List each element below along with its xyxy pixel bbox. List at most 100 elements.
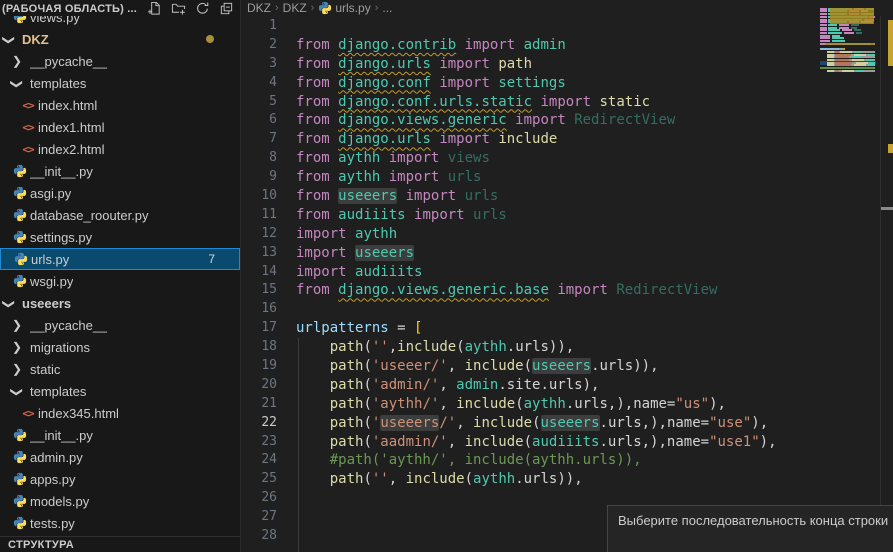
breadcrumb-label: DKZ — [247, 1, 271, 15]
tree-item-index2-html[interactable]: <>index2.html — [0, 138, 240, 160]
minimap-line — [820, 64, 875, 66]
tree-item-label: templates — [30, 76, 86, 91]
tree-item-admin-py[interactable]: admin.py — [0, 446, 240, 468]
tree-item-dkz[interactable]: ❯DKZ — [0, 28, 240, 50]
tree-item-label: tests.py — [30, 516, 75, 531]
breadcrumb-item[interactable]: ... — [382, 1, 392, 15]
tree-item-templates[interactable]: ❯templates — [0, 72, 240, 94]
minimap-line — [820, 70, 875, 72]
ruler-mark — [881, 207, 893, 210]
tree-item-wsgi-py[interactable]: wsgi.py — [0, 270, 240, 292]
python-icon — [12, 515, 28, 531]
tree-item-models-py[interactable]: models.py — [0, 490, 240, 512]
tree-item-settings-py[interactable]: settings.py — [0, 226, 240, 248]
html-icon: <> — [20, 119, 36, 135]
code-area[interactable]: from django.contrib import adminfrom dja… — [241, 17, 893, 546]
outline-section-header[interactable]: СТРУКТУРА — [0, 536, 240, 552]
tree-item-index345-html[interactable]: <>index345.html — [0, 402, 240, 424]
tree-item-label: index.html — [38, 98, 97, 113]
new-folder-icon[interactable] — [171, 1, 186, 16]
code-line-15[interactable]: from django.views.generic.base import Re… — [296, 281, 893, 300]
python-icon — [12, 207, 28, 223]
html-icon: <> — [20, 97, 36, 113]
code-line-11[interactable]: from audiiits import urls — [296, 206, 893, 225]
code-line-1[interactable] — [296, 17, 893, 36]
code-line-9[interactable]: from aythh import urls — [296, 168, 893, 187]
tree-item-static[interactable]: ❯static — [0, 358, 240, 380]
chevron-down-icon: ❯ — [4, 35, 14, 45]
explorer-section-header[interactable]: (РАБОЧАЯ ОБЛАСТЬ) ... — [0, 0, 240, 16]
chevron-down-icon: ❯ — [12, 387, 22, 397]
code-line-5[interactable]: from django.conf.urls.static import stat… — [296, 93, 893, 112]
breadcrumb-item[interactable]: urls.py — [318, 1, 370, 15]
breadcrumb-label: urls.py — [335, 1, 370, 15]
outline-title: СТРУКТУРА — [8, 539, 74, 551]
tree-item-label: useeers — [22, 296, 71, 311]
code-line-4[interactable]: from django.conf import settings — [296, 74, 893, 93]
explorer-sidebar: views.py❯DKZ❯__pycache__❯templates<>inde… — [0, 0, 241, 552]
code-line-3[interactable]: from django.urls import path — [296, 55, 893, 74]
breadcrumb-separator-icon: › — [311, 2, 315, 14]
code-line-2[interactable]: from django.contrib import admin — [296, 36, 893, 55]
breadcrumb-item[interactable]: DKZ — [283, 1, 307, 15]
code-line-14[interactable]: import audiiits — [296, 263, 893, 282]
tree-item-label: index2.html — [38, 142, 104, 157]
tree-item-migrations[interactable]: ❯migrations — [0, 336, 240, 358]
tree-item-index1-html[interactable]: <>index1.html — [0, 116, 240, 138]
code-line-8[interactable]: from aythh import views — [296, 149, 893, 168]
python-icon — [12, 229, 28, 245]
tree-item--init-py[interactable]: __init__.py — [0, 160, 240, 182]
code-line-18[interactable]: path('',include(aythh.urls)), — [296, 338, 893, 357]
minimap-line — [820, 37, 844, 39]
tree-item-templates[interactable]: ❯templates — [0, 380, 240, 402]
tree-item-asgi-py[interactable]: asgi.py — [0, 182, 240, 204]
code-line-24[interactable]: #path('aythh/', include(aythh.urls)), — [296, 451, 893, 470]
tree-item--init-py[interactable]: __init__.py — [0, 424, 240, 446]
tree-item-label: migrations — [30, 340, 90, 355]
tree-item-useeers[interactable]: ❯ useeers — [0, 292, 240, 314]
breadcrumb[interactable]: DKZ›DKZ›urls.py›... — [241, 0, 893, 16]
minimap[interactable] — [820, 5, 876, 115]
tree-item-label: wsgi.py — [30, 274, 73, 289]
new-file-icon[interactable] — [147, 1, 162, 16]
python-icon — [12, 273, 28, 289]
minimap-line — [820, 32, 862, 34]
minimap-line — [820, 51, 875, 53]
code-line-19[interactable]: path('useeer/', include(useeers.urls)), — [296, 357, 893, 376]
tree-item-apps-py[interactable]: apps.py — [0, 468, 240, 490]
tree-item--pycache-[interactable]: ❯__pycache__ — [0, 50, 240, 72]
breadcrumb-item[interactable]: DKZ — [247, 1, 271, 15]
code-line-12[interactable]: import aythh — [296, 225, 893, 244]
tree-item-database-roouter-py[interactable]: database_roouter.py — [0, 204, 240, 226]
breadcrumb-label: ... — [382, 1, 392, 15]
chevron-right-icon: ❯ — [12, 320, 22, 330]
code-line-17[interactable]: urlpatterns = [ — [296, 319, 893, 338]
tree-item-index-html[interactable]: <>index.html — [0, 94, 240, 116]
code-line-21[interactable]: path('aythh/', include(aythh.urls,),name… — [296, 395, 893, 414]
tree-item-label: __init__.py — [30, 164, 93, 179]
code-line-6[interactable]: from django.views.generic import Redirec… — [296, 111, 893, 130]
python-icon — [12, 471, 28, 487]
code-line-10[interactable]: from useeers import urls — [296, 187, 893, 206]
code-line-16[interactable] — [296, 300, 893, 319]
code-line-7[interactable]: from django.urls import include — [296, 130, 893, 149]
refresh-icon[interactable] — [195, 1, 210, 16]
html-icon: <> — [20, 141, 36, 157]
tree-item-label: static — [30, 362, 60, 377]
tree-item--pycache-[interactable]: ❯__pycache__ — [0, 314, 240, 336]
minimap-line — [820, 56, 875, 58]
code-line-13[interactable]: import useeers — [296, 244, 893, 263]
code-line-20[interactable]: path('admin/', admin.site.urls), — [296, 376, 893, 395]
code-line-23[interactable]: path('aadmin/', include(audiiits.urls,),… — [296, 433, 893, 452]
tree-item-urls-py[interactable]: urls.py7 — [0, 248, 240, 270]
minimap-line — [820, 29, 861, 31]
eol-sequence-tooltip: Выберите последовательность конца строки — [607, 505, 893, 552]
chevron-down-icon: ❯ — [4, 299, 14, 309]
collapse-all-icon[interactable] — [219, 1, 234, 16]
code-line-22[interactable]: path('useeers/', include(useeers.urls,),… — [296, 414, 893, 433]
tree-item-tests-py[interactable]: tests.py — [0, 512, 240, 534]
python-icon — [12, 185, 28, 201]
tree-item-label: asgi.py — [30, 186, 71, 201]
overview-ruler[interactable] — [880, 16, 893, 552]
code-line-25[interactable]: path('', include(aythh.urls)), — [296, 470, 893, 489]
